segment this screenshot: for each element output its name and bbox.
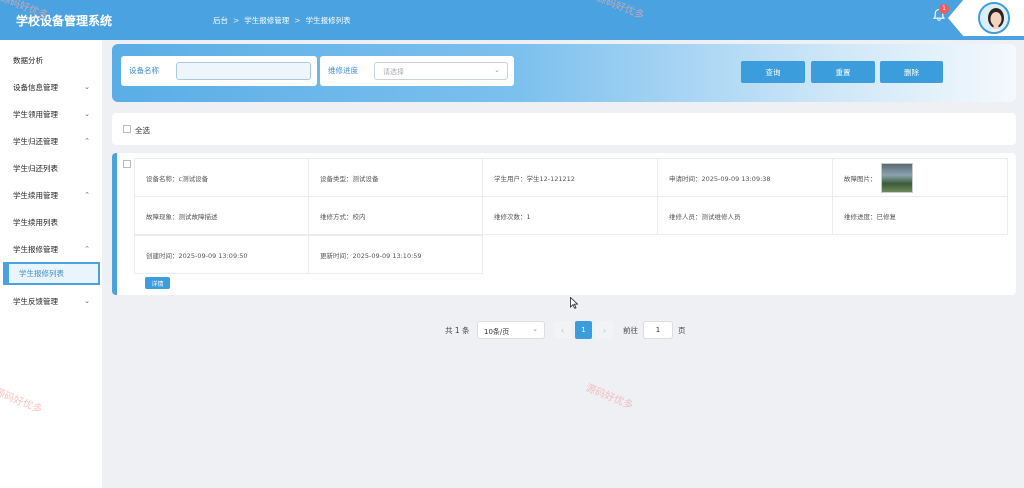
next-page-button[interactable]: › [596,321,613,339]
breadcrumb-item-home[interactable]: 后台 [213,15,228,26]
select-all-bar [112,113,1016,145]
reset-button[interactable]: 重置 [811,61,875,83]
sidebar-item-student-return[interactable]: 学生归还管理 ⌃ [0,128,102,154]
pagination-total: 共 1 条 [445,325,470,335]
chevron-up-icon: ⌃ [84,245,90,253]
sidebar-item-label: 学生反馈管理 [13,296,58,306]
sidebar-item-label: 学生领用管理 [13,109,58,119]
cell-device-name: 设备名称：c测试设备 [134,158,309,197]
chevron-down-icon: ⌄ [84,110,90,118]
cell-text: 维修方式：校内 [320,212,366,221]
cell-fault-symptom: 故障现象：测试故障描述 [134,196,309,235]
watermark: 源码好优多 [584,382,635,412]
sidebar-item-student-feedback[interactable]: 学生反馈管理 ⌄ [0,288,102,314]
goto-page-input[interactable]: 1 [643,321,673,339]
notification-badge: 1 [939,4,949,14]
chevron-down-icon: ⌄ [532,325,538,333]
mouse-cursor-icon [570,297,578,309]
cell-text: 故障图片： [844,174,877,183]
device-name-label: 设备名称 [129,66,159,75]
avatar[interactable] [978,2,1010,34]
page-size-select[interactable]: 10条/页 ⌄ [477,321,545,339]
breadcrumb-item-repair-mgmt[interactable]: 学生报修管理 [244,15,289,26]
cell-text: 维修进度：已修复 [844,212,896,221]
goto-label: 前往 [623,325,638,335]
cell-device-type: 设备类型：测试设备 [308,158,483,197]
page-unit-label: 页 [678,325,686,335]
sidebar-item-label: 学生报修管理 [13,244,58,254]
select-all-checkbox[interactable] [123,125,131,133]
sidebar-item-data-analysis[interactable]: 数据分析 [0,47,102,73]
cell-repair-staff: 维修人员：测试维修人员 [657,196,833,235]
page-number-current[interactable]: 1 [575,321,592,339]
prev-page-button[interactable]: ‹ [554,321,571,339]
cell-repair-progress: 维修进度：已修复 [832,196,1008,235]
page-size-value: 10条/页 [484,328,510,336]
device-name-field: 设备名称 [121,56,317,86]
fault-image-thumbnail[interactable] [880,162,913,193]
cell-repair-count: 维修次数：1 [482,196,658,235]
sidebar-item-label: 数据分析 [13,55,43,65]
top-header: 学校设备管理系统 后台 > 学生报修管理 > 学生报修列表 1 [0,0,1024,40]
sidebar-item-renew-list[interactable]: 学生续用列表 [0,209,102,235]
sidebar-item-device-info[interactable]: 设备信息管理 ⌄ [0,74,102,100]
cell-text: 维修人员：测试维修人员 [669,212,741,221]
cell-text: 故障现象：测试故障描述 [146,212,218,221]
sidebar-item-label: 设备信息管理 [13,82,58,92]
breadcrumb: 后台 > 学生报修管理 > 学生报修列表 [213,15,351,26]
repair-progress-field: 维修进度 请选择 ⌄ [320,56,514,86]
cell-text: 设备名称：c测试设备 [146,174,209,183]
query-button[interactable]: 查询 [741,61,805,83]
cell-update-time: 更新时间：2025-09-09 13:10:59 [308,235,483,274]
delete-button[interactable]: 删除 [880,61,943,83]
chevron-down-icon: ⌄ [84,297,90,305]
sidebar-item-student-borrow[interactable]: 学生领用管理 ⌄ [0,101,102,127]
sidebar-item-student-repair[interactable]: 学生报修管理 ⌃ [0,236,102,262]
cell-text: 申请时间：2025-09-09 13:09:38 [669,174,771,183]
chevron-down-icon: ⌄ [494,66,500,74]
chevron-down-icon: ⌄ [84,83,90,91]
record-checkbox[interactable] [123,160,131,168]
device-name-input[interactable] [176,62,311,80]
chevron-up-icon: ⌃ [84,137,90,145]
chevron-up-icon: ⌃ [84,191,90,199]
detail-button[interactable]: 详情 [145,277,170,289]
cell-create-time: 创建时间：2025-09-09 13:09:50 [134,235,309,274]
sidebar-item-repair-list[interactable]: 学生报修列表 [3,262,100,285]
chevron-right-icon: > [233,16,240,25]
sidebar-item-return-list[interactable]: 学生归还列表 [0,155,102,181]
cell-text: 学生用户：学生12-121212 [494,174,575,183]
repair-progress-label: 维修进度 [328,66,358,75]
select-all-label: 全选 [135,126,150,135]
sidebar-item-label: 学生归还列表 [13,163,58,173]
sidebar-item-label: 学生续用列表 [13,217,58,227]
cell-student-user: 学生用户：学生12-121212 [482,158,658,197]
sidebar-item-student-renew[interactable]: 学生续用管理 ⌃ [0,182,102,208]
cell-text: 更新时间：2025-09-09 13:10:59 [320,251,422,260]
cell-text: 创建时间：2025-09-09 13:09:50 [146,251,248,260]
chevron-right-icon: > [294,16,301,25]
cell-fault-image: 故障图片： [832,158,1008,197]
cell-text: 设备类型：测试设备 [320,174,379,183]
cell-apply-time: 申请时间：2025-09-09 13:09:38 [657,158,833,197]
select-placeholder: 请选择 [383,68,404,76]
breadcrumb-item-repair-list: 学生报修列表 [305,16,351,25]
cell-repair-method: 维修方式：校内 [308,196,483,235]
cell-text: 维修次数：1 [494,212,531,221]
sidebar-item-label: 学生续用管理 [13,190,58,200]
repair-progress-select[interactable]: 请选择 ⌄ [374,62,508,80]
sidebar-item-label: 学生归还管理 [13,136,58,146]
